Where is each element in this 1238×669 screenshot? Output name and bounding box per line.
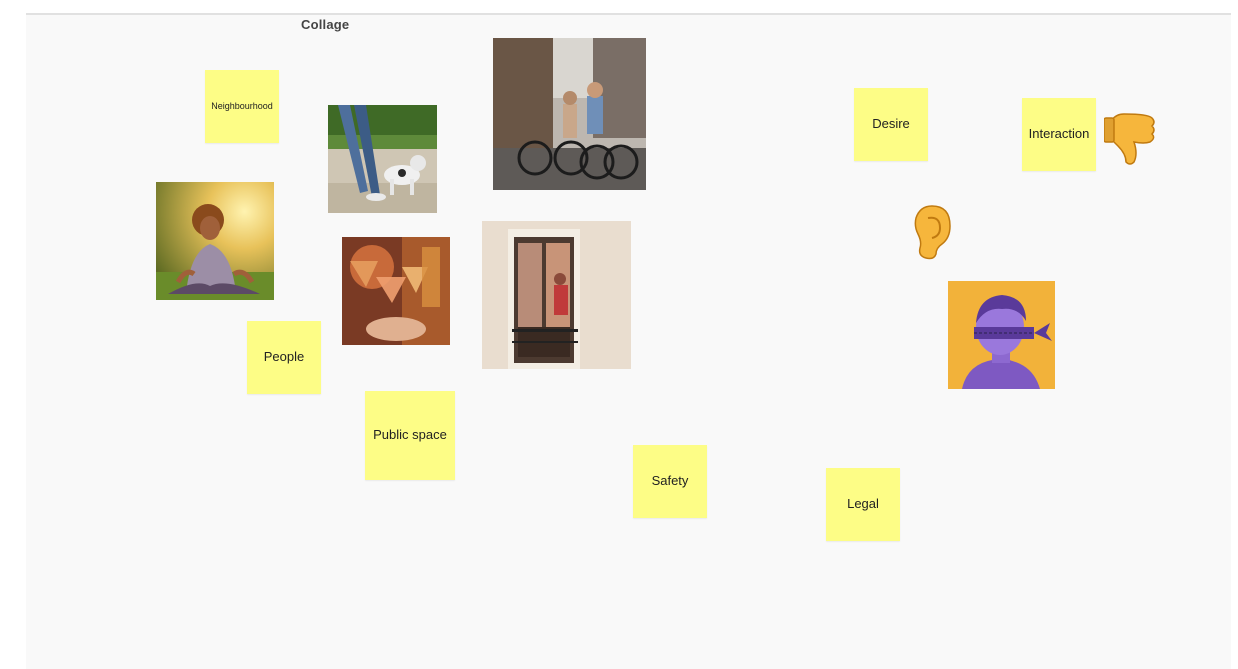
sticky-note-people[interactable]: People — [247, 321, 321, 394]
sticky-note-neighbourhood[interactable]: Neighbourhood — [205, 70, 279, 143]
cyclists-photo[interactable] — [493, 38, 646, 190]
sticky-note-public-space[interactable]: Public space — [365, 391, 455, 480]
blindfolded-figure-illustration[interactable] — [948, 281, 1055, 389]
ear-icon[interactable] — [912, 204, 952, 260]
sticky-note-text: Safety — [651, 473, 689, 489]
sticky-note-safety[interactable]: Safety — [633, 445, 707, 518]
dog-walk-photo[interactable] — [328, 105, 437, 213]
sticky-note-text: Public space — [373, 427, 447, 443]
frame-title[interactable]: Collage — [301, 17, 349, 32]
sticky-note-legal[interactable]: Legal — [826, 468, 900, 541]
sticky-note-desire[interactable]: Desire — [854, 88, 928, 161]
toast-photo[interactable] — [342, 237, 450, 345]
thumbs-down-icon[interactable] — [1104, 112, 1156, 166]
sticky-note-text: Desire — [872, 116, 910, 132]
sticky-note-text: Neighbourhood — [211, 100, 273, 111]
sticky-note-interaction[interactable]: Interaction — [1022, 98, 1096, 171]
meditating-woman-photo[interactable] — [156, 182, 274, 300]
sticky-note-text: Interaction — [1028, 126, 1090, 142]
window-photo[interactable] — [482, 221, 631, 369]
sticky-note-text: Legal — [847, 496, 879, 512]
sticky-note-text: People — [263, 349, 305, 365]
